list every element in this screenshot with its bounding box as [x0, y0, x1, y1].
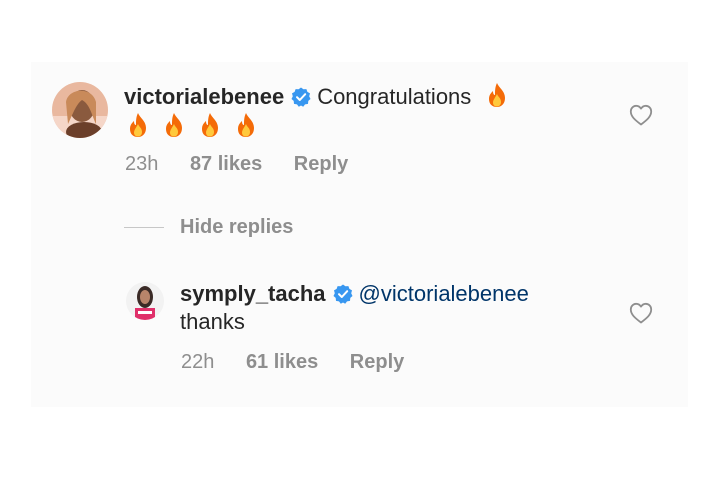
- comment-reply-button[interactable]: Reply: [294, 153, 348, 176]
- comment-line-2: [126, 112, 258, 140]
- fire-emoji: [126, 112, 150, 138]
- verified-badge-icon: [333, 284, 353, 304]
- fire-emoji: [485, 82, 509, 108]
- comment-age: 23h: [125, 153, 159, 175]
- comment-username[interactable]: victorialebenee: [124, 84, 284, 109]
- comment-line-1: victorialebenee Congratulations: [124, 82, 509, 110]
- reply-text: thanks: [180, 309, 245, 334]
- fire-emoji: [198, 112, 222, 138]
- verified-badge-icon: [291, 87, 311, 107]
- reply-mention-link[interactable]: @victorialebenee: [359, 281, 529, 306]
- reply-meta: 22h 61 likes Reply: [181, 351, 404, 374]
- replies-divider: [124, 227, 164, 228]
- heart-outline-icon: [629, 104, 653, 126]
- commenter-avatar[interactable]: [52, 82, 108, 138]
- heart-outline-icon: [629, 302, 653, 324]
- reply-username[interactable]: symply_tacha: [180, 281, 326, 306]
- comment-text: Congratulations: [317, 84, 472, 109]
- fire-emoji: [234, 112, 258, 138]
- avatar-photo: [52, 82, 108, 138]
- comment-likes[interactable]: 87 likes: [190, 153, 262, 176]
- reply-avatar[interactable]: [126, 282, 164, 320]
- comment-meta: 23h 87 likes Reply: [125, 153, 348, 176]
- reply-age: 22h: [181, 351, 215, 373]
- reply-line-2: thanks: [180, 309, 245, 335]
- avatar-photo: [126, 282, 164, 320]
- reply-line-1: symply_tacha @victorialebenee: [180, 281, 529, 307]
- like-reply-heart-icon[interactable]: [629, 302, 653, 329]
- fire-emoji: [162, 112, 186, 138]
- like-comment-heart-icon[interactable]: [629, 104, 653, 131]
- reply-likes[interactable]: 61 likes: [246, 351, 318, 374]
- hide-replies-label[interactable]: Hide replies: [180, 216, 293, 239]
- reply-reply-button[interactable]: Reply: [350, 351, 404, 374]
